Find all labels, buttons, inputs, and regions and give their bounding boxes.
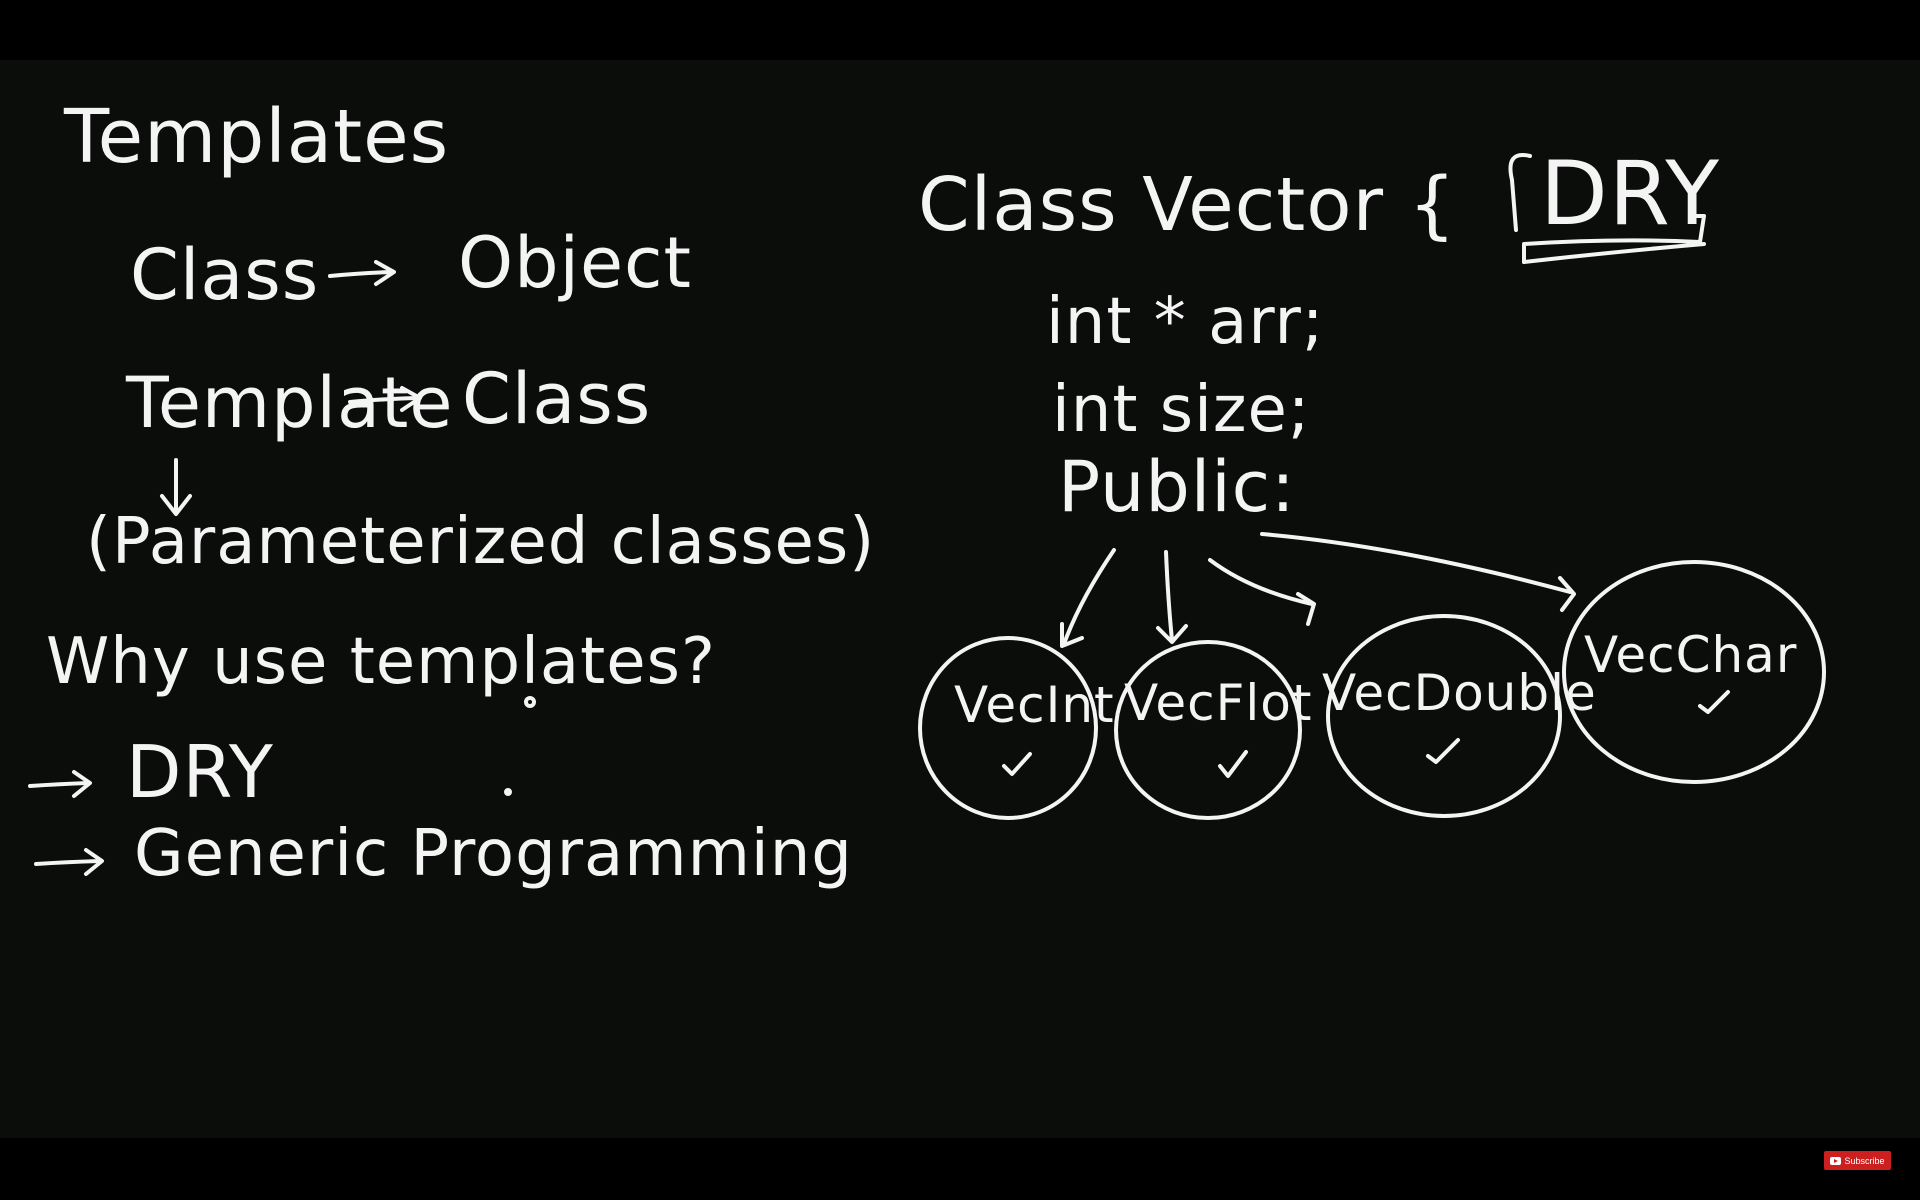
circle-label-vecdouble: VecDouble — [1322, 664, 1597, 722]
member-arr: int * arr; — [1046, 285, 1325, 359]
mapping-class-result-label: Class — [462, 358, 652, 440]
member-size: int size; — [1052, 373, 1311, 447]
subscribe-label: Subscribe — [1844, 1155, 1885, 1166]
circle-label-vecchar: VecChar — [1584, 626, 1798, 684]
mapping-class-label: Class — [130, 234, 320, 316]
dry-heading: DRY — [1540, 142, 1721, 245]
subscribe-button[interactable]: Subscribe — [1824, 1151, 1891, 1170]
youtube-logo-icon — [1830, 1156, 1842, 1165]
parameterized-classes-note: (Parameterized classes) — [86, 505, 876, 579]
reason-generic-programming: Generic Programming — [134, 817, 853, 891]
mapping-template-label: Template — [126, 362, 454, 444]
public-label: Public: — [1058, 446, 1296, 528]
circle-label-vecflot: VecFlot — [1124, 674, 1313, 732]
why-templates-question: Why use templates? — [46, 625, 716, 699]
video-letterbox-top — [0, 0, 1920, 60]
reason-dry: DRY — [126, 730, 274, 814]
mapping-object-label: Object — [458, 222, 692, 304]
circle-label-vecint: VecInt — [954, 676, 1115, 734]
board-title: Templates — [64, 94, 450, 180]
class-vector-header: Class Vector { — [918, 162, 1457, 248]
video-letterbox-bottom — [0, 1138, 1920, 1200]
